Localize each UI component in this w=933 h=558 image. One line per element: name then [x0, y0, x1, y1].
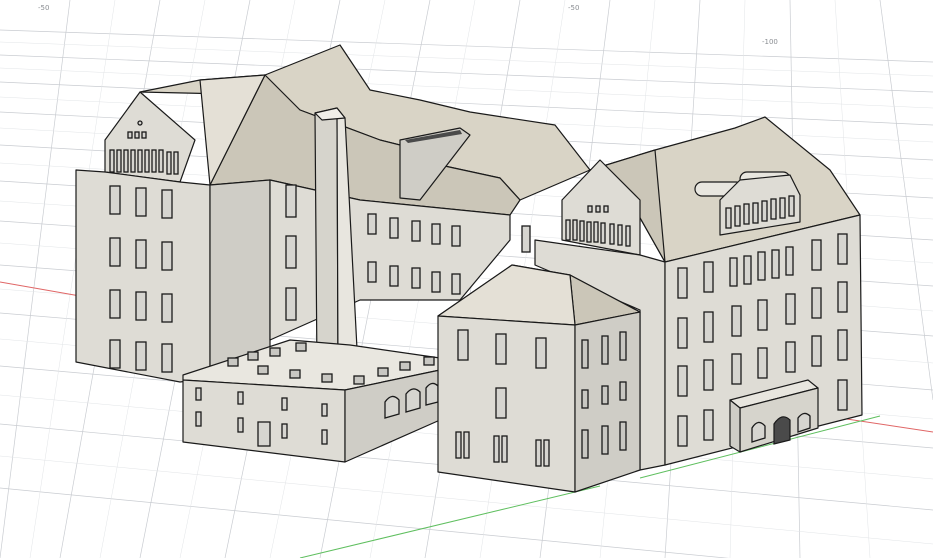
x-axis-line	[0, 281, 81, 297]
left-wing-side	[209, 179, 271, 379]
grid-label: -100	[762, 38, 778, 46]
portico-arch	[797, 412, 811, 433]
grid-label: -50	[568, 4, 579, 12]
annex-front	[182, 379, 346, 463]
building-model[interactable]	[75, 44, 863, 493]
portico-arch	[751, 421, 766, 443]
x-axis-line-right	[839, 417, 933, 433]
y-axis-line	[299, 485, 601, 558]
grid-label: -50	[38, 4, 49, 12]
portico-door[interactable]	[773, 416, 791, 445]
chimney-front	[314, 107, 339, 373]
3d-viewport[interactable]: -50 -50 -100	[0, 0, 933, 558]
portico-side	[729, 399, 741, 453]
viewport-canvas[interactable]: -50 -50 -100	[0, 0, 933, 558]
